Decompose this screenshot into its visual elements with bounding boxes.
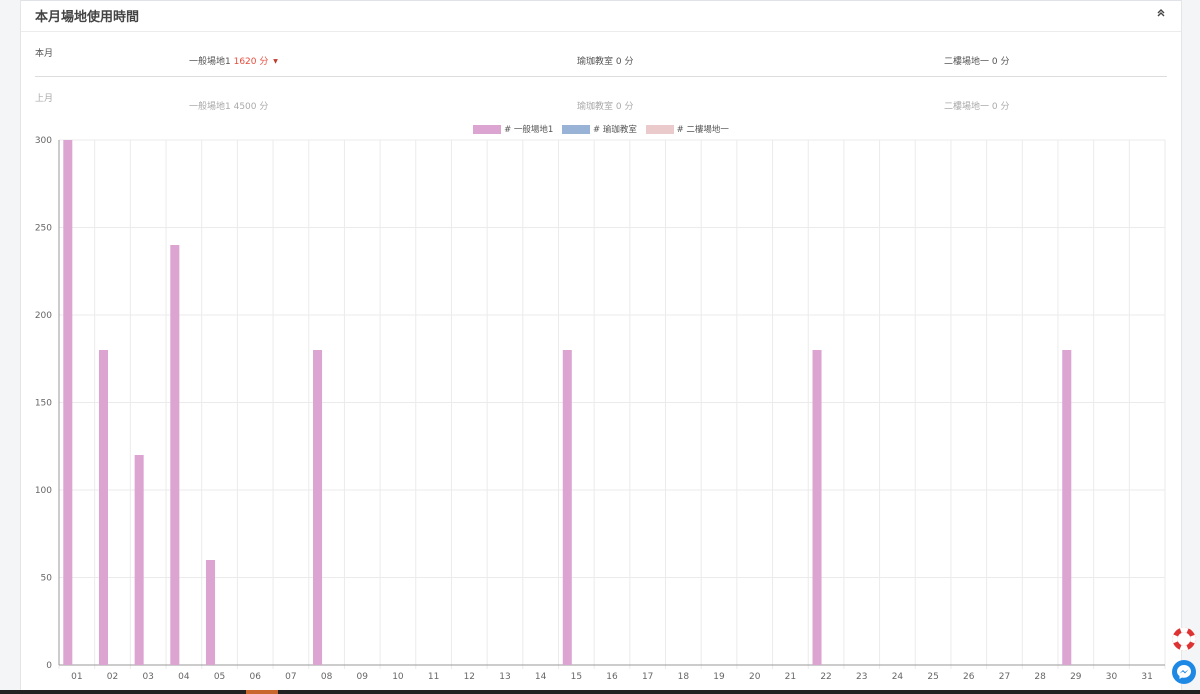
taskbar-active-tab[interactable] [246,690,278,694]
x-tick-label: 14 [535,672,547,682]
x-tick-label: 12 [464,672,475,682]
x-tick-label: 29 [1070,672,1082,682]
x-tick-label: 21 [785,672,796,682]
bar-series-1 [313,350,323,665]
x-tick-label: 25 [927,672,938,682]
x-tick-label: 06 [249,672,261,682]
lifebuoy-icon[interactable] [1172,627,1196,651]
x-tick-label: 24 [892,672,904,682]
bar-series-1 [812,350,822,665]
bar-series-1 [98,350,108,665]
x-tick-label: 30 [1106,672,1118,682]
bar-series-1 [205,560,216,665]
x-tick-label: 02 [107,672,118,682]
x-tick-label: 10 [392,672,404,682]
x-tick-label: 07 [285,672,296,682]
x-tick-label: 15 [571,672,582,682]
daily-usage-bar-chart: 0 50 100 150 200 250 300 01 02 03 04 05 06 07 08 09 10 11… [35,136,1166,682]
x-tick-label: 23 [856,672,867,682]
bar-series-1 [134,455,144,665]
x-tick-label: 05 [214,672,225,682]
x-tick-label: 28 [1034,672,1046,682]
y-tick-label: 50 [41,574,53,584]
x-tick-label: 04 [178,672,190,682]
y-tick-label: 300 [35,136,52,146]
x-tick-label: 20 [749,672,761,682]
x-tick-label: 17 [642,672,653,682]
y-tick-label: 0 [46,661,52,671]
x-tick-label: 16 [606,672,618,682]
x-tick-label: 19 [713,672,725,682]
x-tick-label: 27 [999,672,1010,682]
y-tick-label: 100 [35,486,52,496]
messenger-icon[interactable] [1172,660,1196,684]
x-tick-label: 13 [499,672,510,682]
bar-series-1 [562,350,572,665]
taskbar [0,690,1200,694]
bar-series-1 [63,140,73,665]
y-tick-label: 200 [35,311,52,321]
x-tick-label: 26 [963,672,975,682]
x-tick-label: 11 [428,672,439,682]
x-tick-label: 08 [321,672,333,682]
x-tick-label: 22 [820,672,831,682]
y-tick-label: 150 [35,399,52,409]
y-tick-label: 250 [35,224,52,234]
x-tick-label: 09 [357,672,369,682]
x-tick-label: 18 [678,672,690,682]
bar-series-1 [170,245,180,665]
x-tick-label: 03 [142,672,153,682]
bar-series-1 [1062,350,1072,665]
x-tick-label: 31 [1141,672,1152,682]
x-tick-label: 01 [71,672,82,682]
